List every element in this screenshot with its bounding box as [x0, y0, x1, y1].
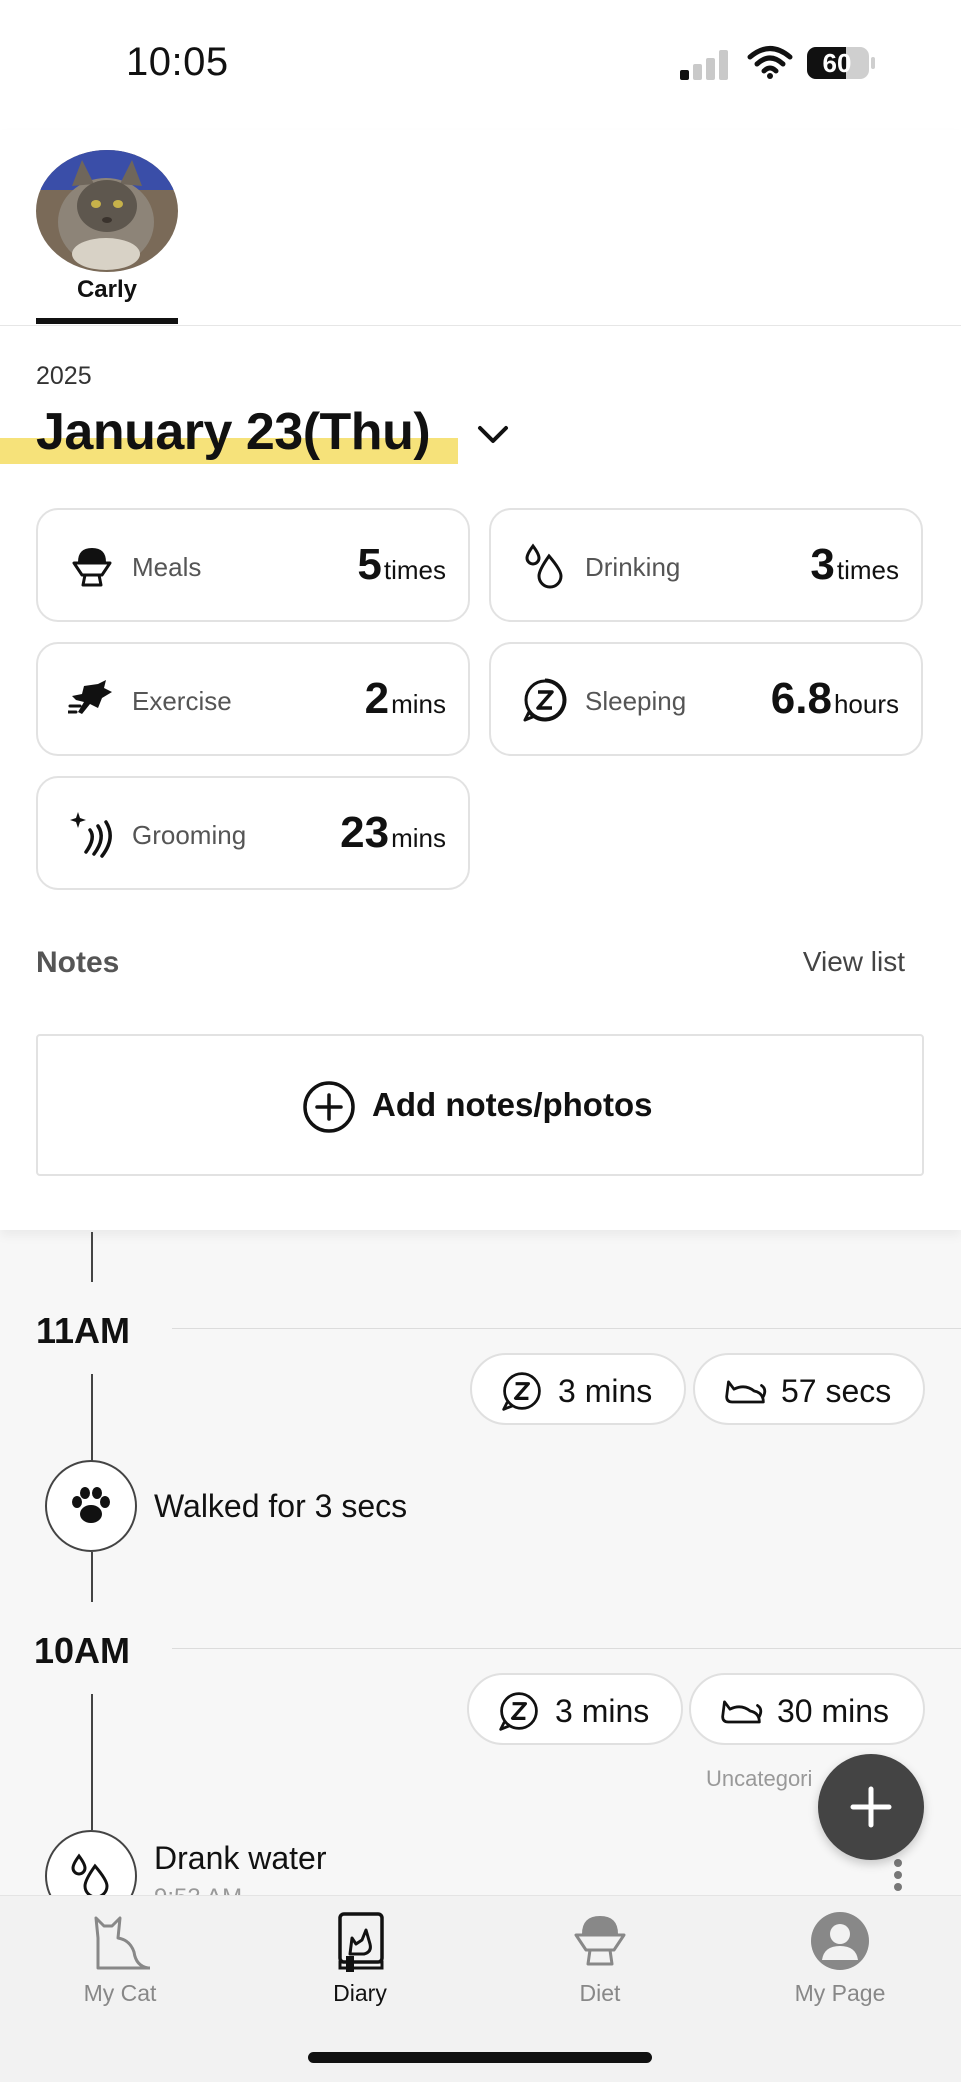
- cat-icon: [94, 1916, 150, 1970]
- stat-value: 5times: [357, 540, 446, 590]
- stat-number: 3: [810, 540, 835, 589]
- stat-number: 23: [340, 808, 390, 857]
- running-cat-icon: [68, 680, 112, 714]
- sleep-duration-pill[interactable]: 3 mins: [470, 1353, 686, 1425]
- food-bowl-icon: [72, 548, 112, 587]
- divider: [0, 325, 961, 326]
- stat-value: 2mins: [365, 674, 446, 724]
- timeline-line: [91, 1552, 93, 1602]
- status-time: 10:05: [126, 40, 229, 84]
- stat-label: Grooming: [132, 820, 247, 850]
- stat-unit: times: [383, 555, 446, 585]
- status-bar: 10:05 60: [0, 0, 961, 130]
- rest-duration-pill[interactable]: 57 secs: [693, 1353, 925, 1425]
- sleep-z-icon: [502, 1372, 541, 1411]
- stat-value: 23mins: [340, 808, 446, 858]
- tab-label: My Cat: [83, 1980, 157, 2006]
- person-icon: [811, 1912, 869, 1970]
- cellular-signal-icon: [680, 50, 732, 80]
- category-label: Uncategori: [706, 1766, 813, 1791]
- add-notes-button[interactable]: Add notes/photos: [36, 1034, 924, 1176]
- hour-label-10am: 10AM: [34, 1630, 131, 1671]
- water-drops-icon: [525, 543, 563, 589]
- battery-level: 60: [822, 48, 852, 78]
- paw-icon: [72, 1487, 110, 1523]
- sleep-z-icon: [523, 678, 567, 722]
- tab-label: Diary: [333, 1980, 387, 2006]
- plus-circle-icon: [303, 1081, 355, 1133]
- stat-card-grooming[interactable]: Grooming 23mins: [36, 776, 470, 890]
- hour-label-11am: 11AM: [36, 1310, 131, 1351]
- walk-event-text[interactable]: Walked for 3 secs: [154, 1488, 407, 1525]
- grooming-icon: [70, 812, 112, 858]
- stat-label: Sleeping: [585, 686, 687, 716]
- battery-icon: 60: [806, 45, 876, 81]
- drink-event-text[interactable]: Drank water: [154, 1840, 327, 1877]
- stat-card-exercise[interactable]: Exercise 2mins: [36, 642, 470, 756]
- food-bowl-icon: [574, 1916, 626, 1966]
- cat-name: Carly: [76, 276, 138, 303]
- stat-label: Exercise: [132, 686, 232, 716]
- pill-text: 3 mins: [555, 1693, 650, 1729]
- year-label: 2025: [36, 362, 92, 390]
- stat-number: 6.8: [770, 674, 832, 723]
- tab-label: Diet: [579, 1980, 621, 2006]
- rest-duration-pill[interactable]: 30 mins: [689, 1673, 925, 1745]
- date-title[interactable]: January 23(Thu): [36, 402, 431, 462]
- stat-value: 3times: [810, 540, 899, 590]
- home-indicator: [308, 2052, 652, 2063]
- sleep-duration-pill[interactable]: 3 mins: [467, 1673, 683, 1745]
- selected-cat-indicator: [36, 318, 178, 324]
- lying-cat-icon: [721, 1700, 763, 1724]
- stat-number: 5: [357, 540, 382, 589]
- stat-card-meals[interactable]: Meals 5times: [36, 508, 470, 622]
- timeline-line: [91, 1694, 93, 1830]
- view-list-link[interactable]: View list: [803, 946, 905, 978]
- tab-label: My Page: [794, 1980, 886, 2006]
- hour-divider: [172, 1648, 961, 1649]
- timeline-line: [91, 1374, 93, 1462]
- pill-text: 30 mins: [777, 1693, 890, 1729]
- hour-divider: [172, 1328, 961, 1329]
- water-drops-icon: [71, 1853, 109, 1899]
- stat-number: 2: [364, 674, 390, 723]
- diary-icon: [338, 1912, 384, 1972]
- chevron-down-icon[interactable]: [474, 420, 512, 450]
- tab-diary[interactable]: Diary: [240, 1896, 480, 2026]
- cat-avatar[interactable]: [36, 150, 178, 272]
- stat-card-sleeping[interactable]: Sleeping 6.8hours: [489, 642, 923, 756]
- stat-unit: mins: [391, 823, 446, 853]
- add-notes-label: Add notes/photos: [372, 1086, 653, 1123]
- pill-text: 3 mins: [558, 1373, 653, 1409]
- stat-unit: hours: [833, 689, 899, 719]
- plus-icon: [850, 1786, 892, 1828]
- timeline-line: [91, 1232, 93, 1282]
- stat-label: Meals: [132, 552, 202, 582]
- add-record-button[interactable]: [818, 1754, 924, 1860]
- pill-text: 57 secs: [781, 1373, 892, 1409]
- stat-value: 6.8hours: [771, 674, 899, 724]
- stat-card-drinking[interactable]: Drinking 3times: [489, 508, 923, 622]
- notes-title: Notes: [36, 946, 120, 979]
- tab-my-page[interactable]: My Page: [720, 1896, 960, 2026]
- stat-unit: mins: [391, 689, 446, 719]
- stat-label: Drinking: [585, 552, 681, 582]
- tab-diet[interactable]: Diet: [480, 1896, 720, 2026]
- wifi-icon: [747, 46, 793, 79]
- walk-event-icon[interactable]: [45, 1460, 137, 1552]
- sleep-z-icon: [499, 1692, 538, 1731]
- tab-my-cat[interactable]: My Cat: [0, 1896, 240, 2026]
- lying-cat-icon: [725, 1380, 767, 1404]
- day-summary-section: Carly 2025 January 23(Thu) Meals 5times …: [0, 130, 961, 1230]
- stat-unit: times: [836, 555, 899, 585]
- more-options-icon[interactable]: [893, 1858, 903, 1892]
